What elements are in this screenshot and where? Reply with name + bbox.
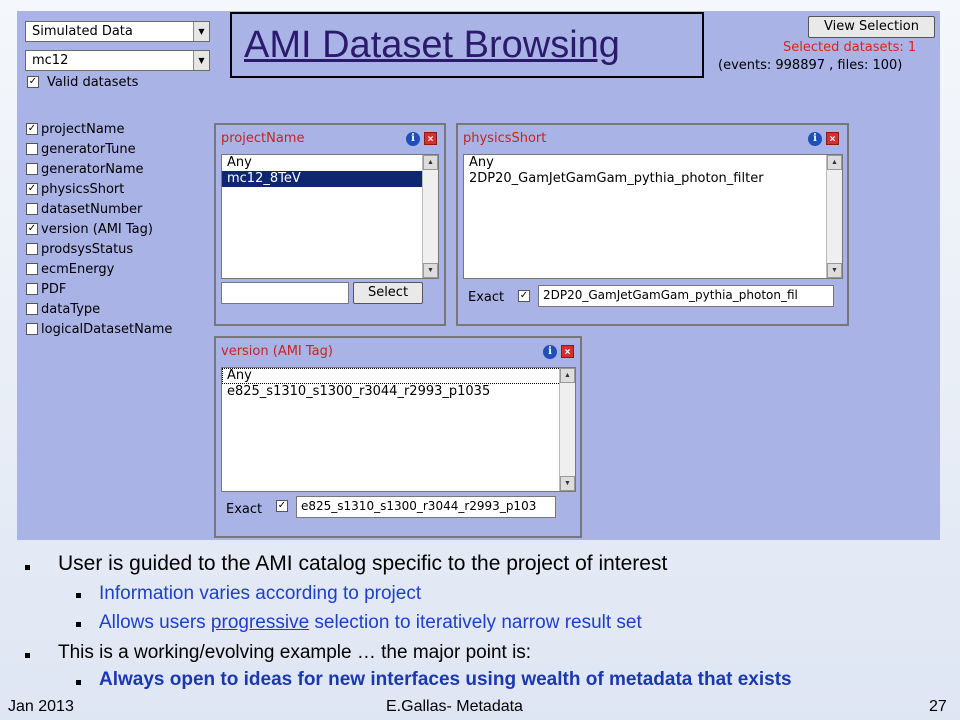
field-checkbox[interactable] — [26, 203, 38, 215]
scroll-up-icon[interactable]: ▲ — [827, 155, 842, 170]
field-checkbox[interactable] — [26, 263, 38, 275]
footer-date: Jan 2013 — [8, 698, 74, 715]
field-label: ecmEnergy — [41, 262, 115, 277]
field-checkbox[interactable] — [26, 143, 38, 155]
version-list[interactable]: Any e825_s1310_s1300_r3044_r2993_p1035 ▲… — [221, 367, 576, 492]
exact-checkbox[interactable]: ✓ — [518, 290, 530, 302]
projectname-search-input[interactable] — [221, 282, 349, 304]
data-source-select[interactable]: Simulated Data ▼ — [25, 21, 210, 42]
close-icon[interactable]: × — [826, 132, 839, 145]
field-checkbox[interactable] — [26, 303, 38, 315]
field-label: logicalDatasetName — [41, 322, 173, 337]
list-item[interactable]: Any — [464, 155, 842, 171]
list-item[interactable]: 2DP20_GamJetGamGam_pythia_photon_filter — [464, 171, 842, 187]
info-icon[interactable]: i — [808, 132, 822, 146]
exact-checkbox[interactable]: ✓ — [276, 500, 288, 512]
scrollbar[interactable]: ▲ ▼ — [559, 368, 575, 491]
bullet-marker — [76, 593, 81, 598]
info-icon[interactable]: i — [543, 345, 557, 359]
bullet-2: This is a working/evolving example … the… — [58, 642, 532, 663]
data-source-value: Simulated Data — [32, 24, 133, 39]
version-filter-box: version (AMI Tag) i × Any e825_s1310_s13… — [214, 336, 582, 538]
project-select[interactable]: mc12 ▼ — [25, 50, 210, 71]
version-exact-input[interactable]: e825_s1310_s1300_r3044_r2993_p103 — [296, 496, 556, 518]
physicsshort-filter-box: physicsShort i × Any 2DP20_GamJetGamGam_… — [456, 123, 849, 326]
bullet-marker — [76, 680, 81, 685]
field-label: projectName — [41, 122, 125, 137]
field-label: PDF — [41, 282, 67, 297]
field-label: generatorTune — [41, 142, 136, 157]
physicsshort-box-title: physicsShort — [463, 131, 547, 146]
scroll-up-icon[interactable]: ▲ — [560, 368, 575, 383]
field-checkbox[interactable] — [26, 163, 38, 175]
scroll-up-icon[interactable]: ▲ — [423, 155, 438, 170]
field-checkbox[interactable]: ✓ — [26, 223, 38, 235]
version-box-title: version (AMI Tag) — [221, 344, 333, 359]
bullet-1b-pre: Allows users — [99, 612, 211, 633]
view-selection-button[interactable]: View Selection — [808, 16, 935, 38]
scroll-down-icon[interactable]: ▼ — [423, 263, 438, 278]
exact-label: Exact — [226, 502, 263, 517]
bullet-marker — [25, 565, 30, 570]
list-item[interactable]: e825_s1310_s1300_r3044_r2993_p1035 — [222, 384, 575, 400]
projectname-filter-box: projectName i × Any mc12_8TeV ▲ ▼ Select — [214, 123, 446, 326]
close-icon[interactable]: × — [561, 345, 574, 358]
physicsshort-list[interactable]: Any 2DP20_GamJetGamGam_pythia_photon_fil… — [463, 154, 843, 279]
exact-label: Exact — [468, 290, 505, 305]
bullet-1b-underlined: progressive — [210, 612, 310, 633]
bullet-1a: Information varies according to project — [99, 583, 422, 604]
events-files-summary: (events: 998897 , files: 100) — [718, 58, 903, 73]
list-item[interactable]: Any — [222, 155, 438, 171]
list-item-selected[interactable]: mc12_8TeV — [222, 171, 438, 187]
bullet-2a: Always open to ideas for new interfaces … — [99, 669, 792, 690]
footer-author: E.Gallas- Metadata — [386, 698, 523, 715]
scroll-down-icon[interactable]: ▼ — [827, 263, 842, 278]
bullet-1b: Allows users progressive selection to it… — [99, 612, 642, 634]
title-box: AMI Dataset Browsing — [230, 12, 704, 78]
list-item[interactable]: Any — [222, 368, 575, 384]
project-value: mc12 — [32, 53, 69, 68]
valid-datasets-label: Valid datasets — [47, 75, 139, 90]
field-checkbox[interactable]: ✓ — [26, 123, 38, 135]
info-icon[interactable]: i — [406, 132, 420, 146]
field-checkbox[interactable] — [26, 283, 38, 295]
chevron-down-icon[interactable]: ▼ — [193, 51, 209, 70]
scrollbar[interactable]: ▲ ▼ — [826, 155, 842, 278]
footer-page-number: 27 — [929, 698, 947, 715]
chevron-down-icon[interactable]: ▼ — [193, 22, 209, 41]
field-label: datasetNumber — [41, 202, 143, 217]
valid-datasets-checkbox[interactable]: ✓ — [27, 76, 39, 88]
projectname-box-title: projectName — [221, 131, 305, 146]
scrollbar[interactable]: ▲ ▼ — [422, 155, 438, 278]
field-checkbox[interactable] — [26, 243, 38, 255]
field-label: version (AMI Tag) — [41, 222, 153, 237]
field-checkbox[interactable] — [26, 323, 38, 335]
page-title: AMI Dataset Browsing — [244, 24, 620, 66]
select-button[interactable]: Select — [353, 282, 423, 304]
bullet-1b-post: selection to iteratively narrow result s… — [309, 612, 642, 633]
field-label: physicsShort — [41, 182, 125, 197]
scroll-down-icon[interactable]: ▼ — [560, 476, 575, 491]
bullet-marker — [25, 653, 30, 658]
field-label: generatorName — [41, 162, 144, 177]
close-icon[interactable]: × — [424, 132, 437, 145]
physicsshort-exact-input[interactable]: 2DP20_GamJetGamGam_pythia_photon_fil — [538, 285, 834, 307]
selected-datasets-count: Selected datasets: 1 — [783, 40, 917, 55]
bullet-1: User is guided to the AMI catalog specif… — [58, 552, 668, 575]
bullet-marker — [76, 622, 81, 627]
field-checkbox[interactable]: ✓ — [26, 183, 38, 195]
field-label: dataType — [41, 302, 101, 317]
field-label: prodsysStatus — [41, 242, 134, 257]
projectname-list[interactable]: Any mc12_8TeV ▲ ▼ — [221, 154, 439, 279]
